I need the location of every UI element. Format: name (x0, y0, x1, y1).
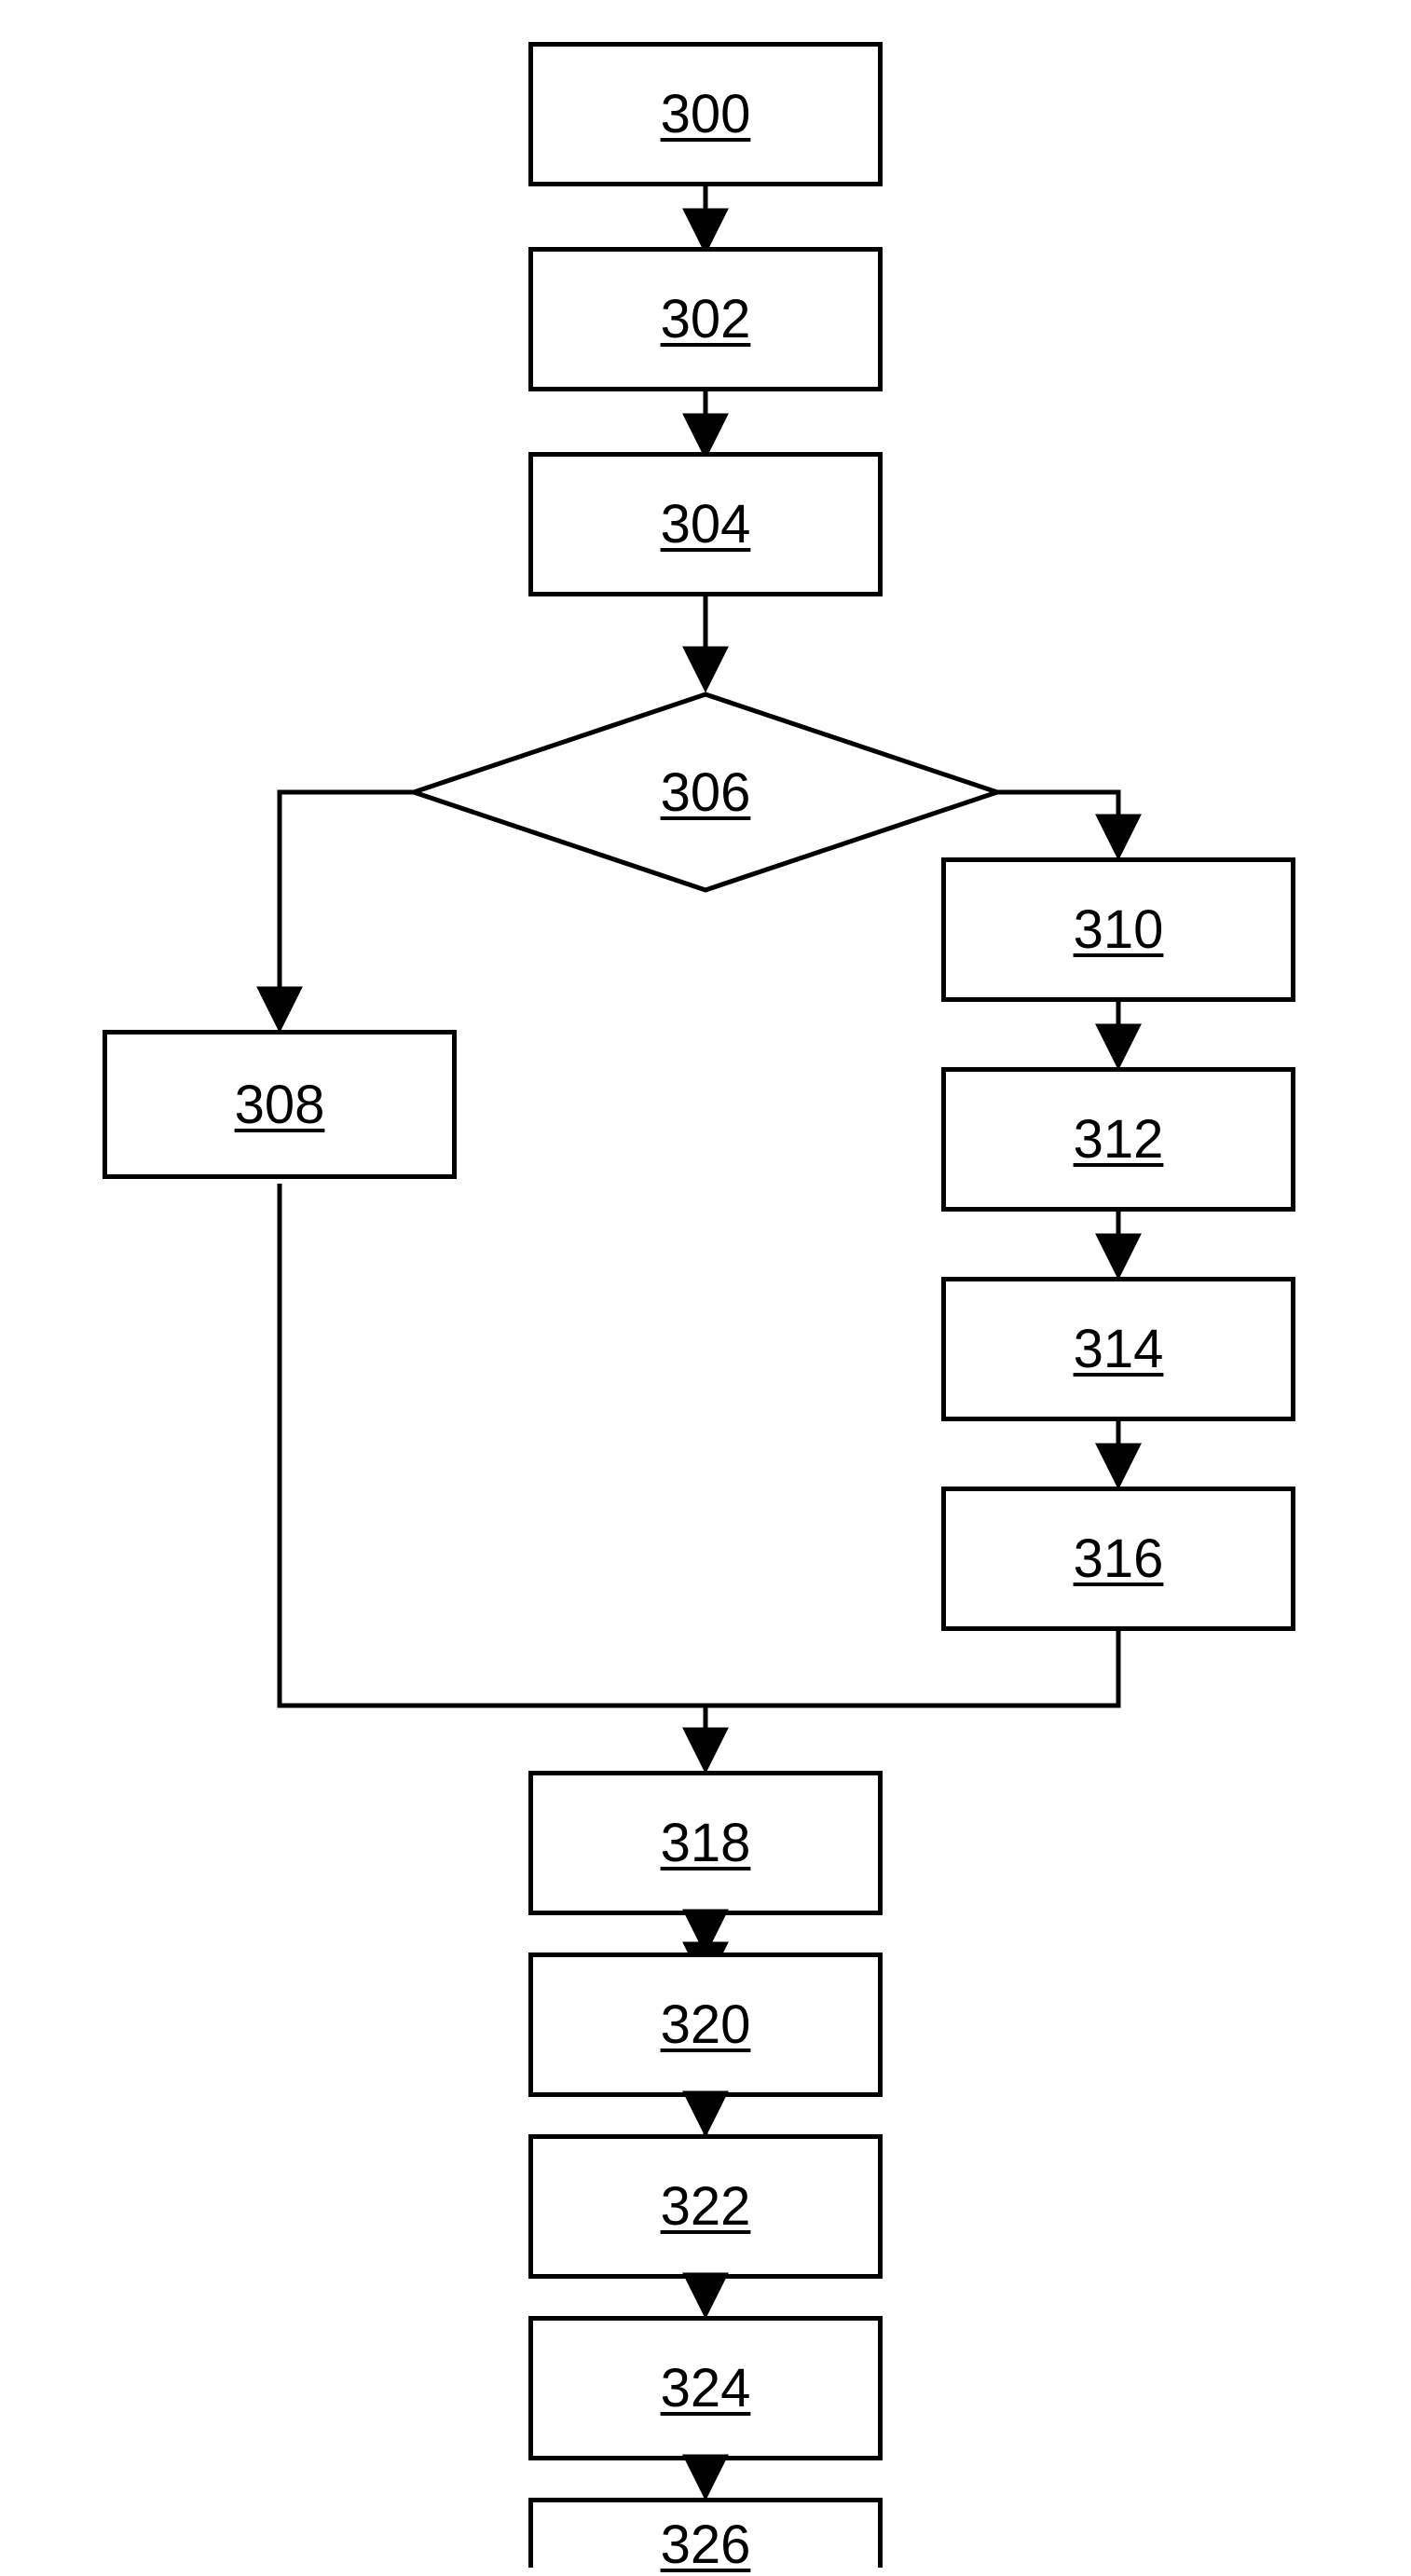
node-302-label: 302 (661, 288, 751, 350)
node-312: 312 (941, 1067, 1295, 1212)
node-316-label: 316 (1074, 1528, 1164, 1590)
node-306: 306 (612, 750, 799, 834)
node-324: 324 (528, 2316, 883, 2460)
node-306-label: 306 (661, 761, 751, 824)
node-308-label: 308 (235, 1074, 325, 1136)
node-300: 300 (528, 42, 883, 186)
node-304: 304 (528, 452, 883, 596)
node-302: 302 (528, 247, 883, 391)
node-326: 326 (528, 2498, 883, 2568)
node-322-label: 322 (661, 2175, 751, 2238)
node-326-label: 326 (661, 2514, 751, 2576)
node-320: 320 (528, 1953, 883, 2097)
node-314-label: 314 (1074, 1318, 1164, 1380)
node-312-label: 312 (1074, 1108, 1164, 1171)
node-300-label: 300 (661, 83, 751, 145)
node-318-label: 318 (661, 1812, 751, 1874)
node-324-label: 324 (661, 2357, 751, 2419)
node-318: 318 (528, 1771, 883, 1915)
node-320-label: 320 (661, 1994, 751, 2056)
node-314: 314 (941, 1277, 1295, 1421)
flowchart-canvas: 300 302 304 306 308 310 312 314 316 318 … (0, 0, 1411, 2575)
node-322: 322 (528, 2134, 883, 2279)
node-308: 308 (103, 1030, 457, 1179)
node-310: 310 (941, 857, 1295, 1002)
node-304-label: 304 (661, 493, 751, 555)
node-310-label: 310 (1074, 898, 1164, 961)
node-316: 316 (941, 1487, 1295, 1631)
